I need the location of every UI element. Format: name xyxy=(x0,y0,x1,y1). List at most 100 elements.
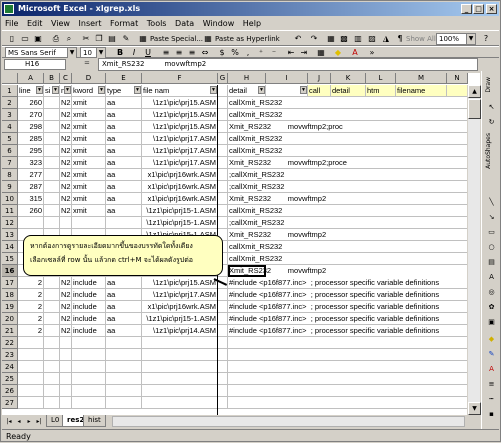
cell-line[interactable]: 277 xyxy=(18,169,44,181)
cell-detail[interactable]: Xmit_RS232 movwftmp2;proc xyxy=(228,121,468,133)
cell-line[interactable]: 2 xyxy=(18,325,44,337)
cell-file[interactable] xyxy=(142,373,218,385)
cell-type[interactable] xyxy=(106,361,142,373)
cell-line[interactable]: 2 xyxy=(18,301,44,313)
wordart-icon[interactable]: A xyxy=(485,271,498,283)
row-header[interactable]: 9 xyxy=(2,181,18,193)
row-header[interactable]: 12 xyxy=(2,217,18,229)
column-header-l[interactable]: L xyxy=(366,73,396,84)
column-header-m[interactable]: M xyxy=(396,73,447,84)
cell-type[interactable]: aa xyxy=(106,133,142,145)
open-icon[interactable]: ▭ xyxy=(19,33,31,45)
menu-data[interactable]: Data xyxy=(172,17,197,30)
cell-file[interactable]: \1z1\pic\prj15.ASM xyxy=(142,277,218,289)
autoshapes-menu[interactable]: AutoShapes xyxy=(485,133,492,169)
row-header[interactable]: 24 xyxy=(2,361,18,373)
cell-c[interactable]: N2 xyxy=(60,157,72,169)
cell-kword[interactable]: xmit xyxy=(72,133,106,145)
field-header-b[interactable]: si ▼ xyxy=(44,85,60,97)
cell-type[interactable] xyxy=(106,397,142,409)
cell-c[interactable]: N2 xyxy=(60,133,72,145)
cell-kword[interactable] xyxy=(72,217,106,229)
textbox-icon[interactable]: ▤ xyxy=(485,256,498,268)
cell-file[interactable]: \1z1\pic\prj15-1.ASM xyxy=(142,217,218,229)
cell-detail[interactable] xyxy=(228,337,468,349)
cell-type[interactable] xyxy=(106,217,142,229)
column-header-g[interactable]: G xyxy=(218,73,228,84)
line-color-icon[interactable]: ✎ xyxy=(485,348,498,360)
cell-detail[interactable]: callXmit_RS232 xyxy=(228,205,468,217)
cell-line[interactable]: 315 xyxy=(18,193,44,205)
paste-icon[interactable]: ▤ xyxy=(106,33,118,45)
cell-detail[interactable]: #include <p16f877.inc> ; processor speci… xyxy=(228,277,468,289)
zoom-select[interactable]: 100% ▼ xyxy=(436,33,476,45)
cell-c[interactable]: N2 xyxy=(60,193,72,205)
cell-kword[interactable] xyxy=(72,397,106,409)
shadow-icon[interactable]: ▪ xyxy=(485,408,498,420)
cell-si[interactable] xyxy=(44,205,60,217)
cell-detail[interactable]: callXmit_RS232 xyxy=(228,109,468,121)
cell-line[interactable]: 260 xyxy=(18,205,44,217)
cell-type[interactable]: aa xyxy=(106,277,142,289)
cell-line[interactable] xyxy=(18,397,44,409)
help-icon[interactable]: ? xyxy=(480,33,492,45)
autofilter-dropdown-icon[interactable]: ▼ xyxy=(134,86,141,94)
insert-excel-icon[interactable]: ▩ xyxy=(338,33,350,45)
cell-g[interactable] xyxy=(218,97,228,109)
cell-g[interactable] xyxy=(218,313,228,325)
cell-kword[interactable] xyxy=(72,337,106,349)
cell-si[interactable] xyxy=(44,169,60,181)
cell-si[interactable] xyxy=(44,385,60,397)
field-header-e[interactable]: type ▼ xyxy=(106,85,142,97)
field-header-d[interactable]: kword ▼ xyxy=(72,85,106,97)
cell-si[interactable] xyxy=(44,97,60,109)
menu-file[interactable]: File xyxy=(2,17,21,30)
row-header[interactable]: 21 xyxy=(2,325,18,337)
prev-sheet-icon[interactable]: ◂ xyxy=(14,416,24,427)
cell-c[interactable]: N2 xyxy=(60,145,72,157)
cell-c[interactable]: N2 xyxy=(60,121,72,133)
cell-type[interactable] xyxy=(106,337,142,349)
undo-icon[interactable]: ↶ xyxy=(292,33,304,45)
field-header-i[interactable]: ▼ xyxy=(266,85,308,97)
rectangle-icon[interactable]: ▭ xyxy=(485,226,498,238)
row-header[interactable]: 20 xyxy=(2,313,18,325)
name-box[interactable]: H16 xyxy=(4,59,66,70)
column-header-i[interactable]: I xyxy=(266,73,308,84)
close-button[interactable]: × xyxy=(486,4,497,14)
cell-type[interactable] xyxy=(106,385,142,397)
draw-menu[interactable]: Draw xyxy=(485,77,492,93)
cell-g[interactable] xyxy=(218,349,228,361)
menu-insert[interactable]: Insert xyxy=(76,17,105,30)
cell-line[interactable]: 260 xyxy=(18,97,44,109)
dash-style-icon[interactable]: ┅ xyxy=(485,393,498,405)
select-all-corner[interactable] xyxy=(2,73,18,84)
cell-si[interactable] xyxy=(44,145,60,157)
row-header[interactable]: 18 xyxy=(2,289,18,301)
row-header[interactable]: 2 xyxy=(2,97,18,109)
cell-type[interactable] xyxy=(106,349,142,361)
cell-type[interactable]: aa xyxy=(106,145,142,157)
drawing-icon[interactable]: ◮ xyxy=(380,33,392,45)
cell-detail[interactable]: Xmit_RS232 movwftmp2 xyxy=(228,193,468,205)
cell-c[interactable] xyxy=(60,337,72,349)
font-select[interactable]: MS Sans Serif ▼ xyxy=(5,47,77,58)
columns-icon[interactable]: ▥ xyxy=(352,33,364,45)
tab-hist[interactable]: hist xyxy=(83,415,106,427)
cell-line[interactable] xyxy=(18,349,44,361)
minimize-button[interactable]: _ xyxy=(461,4,472,14)
cell-line[interactable]: 285 xyxy=(18,133,44,145)
column-header-d[interactable]: D xyxy=(72,73,106,84)
copy-icon[interactable]: ❐ xyxy=(93,33,105,45)
row-header[interactable]: 1 xyxy=(2,85,18,97)
cell-type[interactable]: aa xyxy=(106,181,142,193)
cell-detail[interactable]: #include <p16f877.inc> ; processor speci… xyxy=(228,301,468,313)
row-header[interactable]: 10 xyxy=(2,193,18,205)
cell-detail[interactable] xyxy=(228,361,468,373)
cell-file[interactable]: \1z1\pic\prj15.ASM xyxy=(142,97,218,109)
show-all-button[interactable]: Show All xyxy=(406,33,436,45)
cell-file[interactable]: \1z1\pic\prj17.ASM xyxy=(142,157,218,169)
menu-format[interactable]: Format xyxy=(107,17,141,30)
cell-c[interactable]: N2 xyxy=(60,289,72,301)
field-header-m[interactable]: filename xyxy=(396,85,447,97)
